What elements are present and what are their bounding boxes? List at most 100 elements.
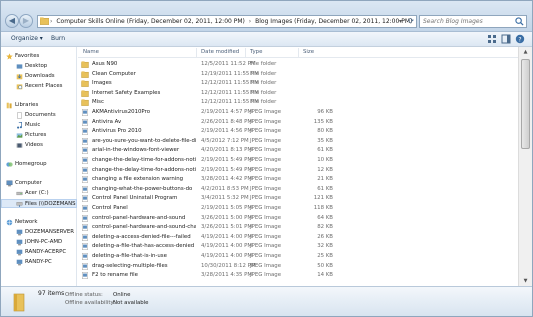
sidebar-item-documents[interactable]: Documents bbox=[1, 111, 77, 120]
folder-row[interactable]: Internet Safety Examples 12/12/2011 11:55… bbox=[78, 89, 518, 98]
file-size: 25 KB bbox=[317, 253, 333, 259]
file-row[interactable]: deleting-a-access-denied-file---failed 4/… bbox=[78, 233, 518, 242]
file-row[interactable]: deleting-a-file-that-has-access-denied 4/… bbox=[78, 242, 518, 251]
image-file-icon bbox=[82, 243, 88, 251]
column-divider[interactable] bbox=[196, 48, 197, 57]
folder-row[interactable]: Images 12/12/2011 11:55 PM File folder bbox=[78, 79, 518, 88]
sidebar-item-downloads[interactable]: Downloads bbox=[1, 72, 77, 81]
file-row[interactable]: Antivira Av 2/26/2011 8:48 PM JPEG Image 13… bbox=[78, 118, 518, 127]
file-type: JPEG Image bbox=[250, 224, 282, 231]
file-row[interactable]: change-the-delay-time-for-addons-notif..… bbox=[78, 156, 518, 165]
file-type: File folder bbox=[250, 70, 277, 77]
column-header-name[interactable]: Name bbox=[83, 49, 99, 55]
folder-row[interactable]: Clean Computer 12/19/2011 11:55 PM File fo… bbox=[78, 70, 518, 79]
vertical-scrollbar[interactable]: ▲ ▼ bbox=[518, 47, 532, 286]
svg-text:?: ? bbox=[518, 36, 521, 43]
folder-row[interactable]: Asus N90 12/5/2011 11:52 PM File folder bbox=[78, 60, 518, 69]
sidebar-item-homegroup[interactable]: Homegroup bbox=[1, 160, 77, 169]
breadcrumb-item-computer-skills-online[interactable]: Computer Skills Online (Friday, December… bbox=[56, 18, 245, 25]
back-button[interactable]: ◀ bbox=[5, 14, 19, 28]
sidebar-item-pictures[interactable]: Pictures bbox=[1, 131, 77, 140]
column-divider[interactable] bbox=[298, 48, 299, 57]
sidebar-item-acer-drive[interactable]: Acer (C:) bbox=[1, 189, 77, 198]
scroll-down-icon[interactable]: ▼ bbox=[520, 276, 531, 286]
view-options-icon[interactable] bbox=[487, 34, 497, 44]
star-icon bbox=[6, 53, 13, 60]
sidebar-item-label: Computer bbox=[15, 180, 42, 186]
organize-button[interactable]: Organize ▾ bbox=[11, 35, 43, 42]
file-type: JPEG Image bbox=[250, 147, 282, 154]
sidebar-item-network-computer[interactable]: DOZEMANSERVER bbox=[1, 228, 77, 237]
address-bar[interactable]: › Computer Skills Online (Friday, Decemb… bbox=[37, 15, 417, 28]
search-icon[interactable] bbox=[515, 17, 524, 26]
file-type: JPEG Image bbox=[250, 233, 282, 240]
file-row[interactable]: arial-in-the-windows-font-viewer 4/20/201… bbox=[78, 146, 518, 155]
sidebar-item-favorites[interactable]: Favorites bbox=[1, 52, 77, 61]
file-date-modified: 12/5/2011 11:52 PM bbox=[201, 61, 256, 67]
file-row[interactable]: changing a file extension warning 3/28/20… bbox=[78, 175, 518, 184]
file-name: Images bbox=[92, 80, 112, 87]
sidebar-item-label: Network bbox=[15, 219, 38, 225]
file-row[interactable]: change-the-delay-time-for-addons-notif..… bbox=[78, 166, 518, 175]
file-row[interactable]: control-panel-hardware-and-sound 3/26/201… bbox=[78, 214, 518, 223]
search-input[interactable] bbox=[423, 18, 515, 25]
file-row[interactable]: are-you-sure-you-want-to-delete-file-di.… bbox=[78, 137, 518, 146]
column-header-type[interactable]: Type bbox=[250, 49, 262, 55]
breadcrumb-item-blog-images[interactable]: Blog Images (Friday, December 02, 2011, … bbox=[255, 18, 412, 25]
sidebar-item-label: DOZEMANSERVER bbox=[25, 229, 74, 235]
file-size: 21 KB bbox=[317, 176, 333, 183]
file-name: deleting-a-access-denied-file---failed bbox=[92, 233, 191, 240]
command-bar: Organize ▾ Burn ? bbox=[1, 32, 532, 47]
sidebar-item-recent-places[interactable]: Recent Places bbox=[1, 82, 77, 91]
preview-pane-icon[interactable] bbox=[501, 34, 511, 44]
sidebar-item-computer[interactable]: Computer bbox=[1, 179, 77, 188]
sidebar-item-label: Music bbox=[25, 122, 41, 128]
file-size: 14 KB bbox=[317, 272, 333, 279]
file-size: 12 KB bbox=[317, 166, 333, 173]
file-row[interactable]: changing-what-the-power-buttons-do 4/2/20… bbox=[78, 185, 518, 194]
file-name: Control Panel bbox=[92, 205, 128, 211]
file-row[interactable]: control-panel-hardware-and-sound-cha... 3… bbox=[78, 223, 518, 232]
help-icon[interactable]: ? bbox=[515, 34, 525, 44]
sidebar-item-videos[interactable]: Videos bbox=[1, 141, 77, 150]
column-header-date-modified[interactable]: Date modified bbox=[201, 49, 239, 55]
file-size: 61 KB bbox=[317, 185, 333, 192]
file-type: JPEG Image bbox=[250, 137, 282, 144]
file-row[interactable]: drag-selecting-multiple-files 10/30/2011 … bbox=[78, 262, 518, 271]
sidebar-item-files-network-drive[interactable]: Files (\\DOZEMANS bbox=[1, 199, 77, 208]
file-row[interactable]: Control Panel Uninstall Program 3/4/2011 … bbox=[78, 194, 518, 203]
file-size: 135 KB bbox=[313, 118, 333, 125]
sidebar-item-label: Downloads bbox=[25, 73, 55, 79]
file-row[interactable]: Antivirus Pro 2010 2/19/2011 4:56 PM JPEG … bbox=[78, 127, 518, 136]
refresh-icon[interactable]: ⟳ bbox=[408, 16, 414, 27]
sidebar-item-label: RANDY-PC bbox=[25, 259, 52, 265]
search-box[interactable] bbox=[419, 15, 527, 28]
file-type: JPEG Image bbox=[250, 195, 282, 202]
file-row[interactable]: Control Panel 2/19/2011 5:05 PM JPEG Image… bbox=[78, 204, 518, 213]
scroll-up-icon[interactable]: ▲ bbox=[520, 47, 531, 57]
image-file-icon bbox=[82, 214, 88, 222]
music-icon bbox=[17, 122, 22, 129]
sidebar-item-network-computer[interactable]: RANDY-ACERPC bbox=[1, 248, 77, 257]
libraries-icon bbox=[6, 102, 12, 109]
sidebar-item-network[interactable]: Network bbox=[1, 218, 77, 227]
sidebar-item-network-computer[interactable]: RANDY-PC bbox=[1, 258, 77, 267]
file-size: 121 KB bbox=[313, 195, 333, 202]
column-divider[interactable] bbox=[245, 48, 246, 57]
file-row[interactable]: deleting-a-file-that-is-in-use 4/19/2011 … bbox=[78, 252, 518, 261]
sidebar-item-label: Favorites bbox=[15, 53, 40, 59]
address-dropdown-icon[interactable]: ▾ bbox=[399, 16, 402, 27]
forward-button[interactable]: ▶ bbox=[19, 14, 33, 28]
column-header-size[interactable]: Size bbox=[303, 49, 314, 55]
sidebar-item-network-computer[interactable]: JOHN-PC-AMD bbox=[1, 238, 77, 247]
burn-button[interactable]: Burn bbox=[51, 35, 65, 42]
file-row[interactable]: AKMAntivirus2010Pro 2/19/2011 4:57 PM JPEG… bbox=[78, 108, 518, 117]
homegroup-icon bbox=[6, 162, 13, 167]
sidebar-item-desktop[interactable]: Desktop bbox=[1, 62, 77, 71]
scrollbar-thumb[interactable] bbox=[521, 59, 530, 149]
sidebar-item-libraries[interactable]: Libraries bbox=[1, 101, 77, 110]
file-row[interactable]: F2 to rename file 3/28/2011 4:35 PM JPEG I… bbox=[78, 271, 518, 280]
folder-row[interactable]: Misc 12/12/2011 11:55 PM File folder bbox=[78, 98, 518, 107]
file-date-modified: 4/20/2011 8:13 PM bbox=[201, 147, 253, 154]
sidebar-item-music[interactable]: Music bbox=[1, 121, 77, 130]
